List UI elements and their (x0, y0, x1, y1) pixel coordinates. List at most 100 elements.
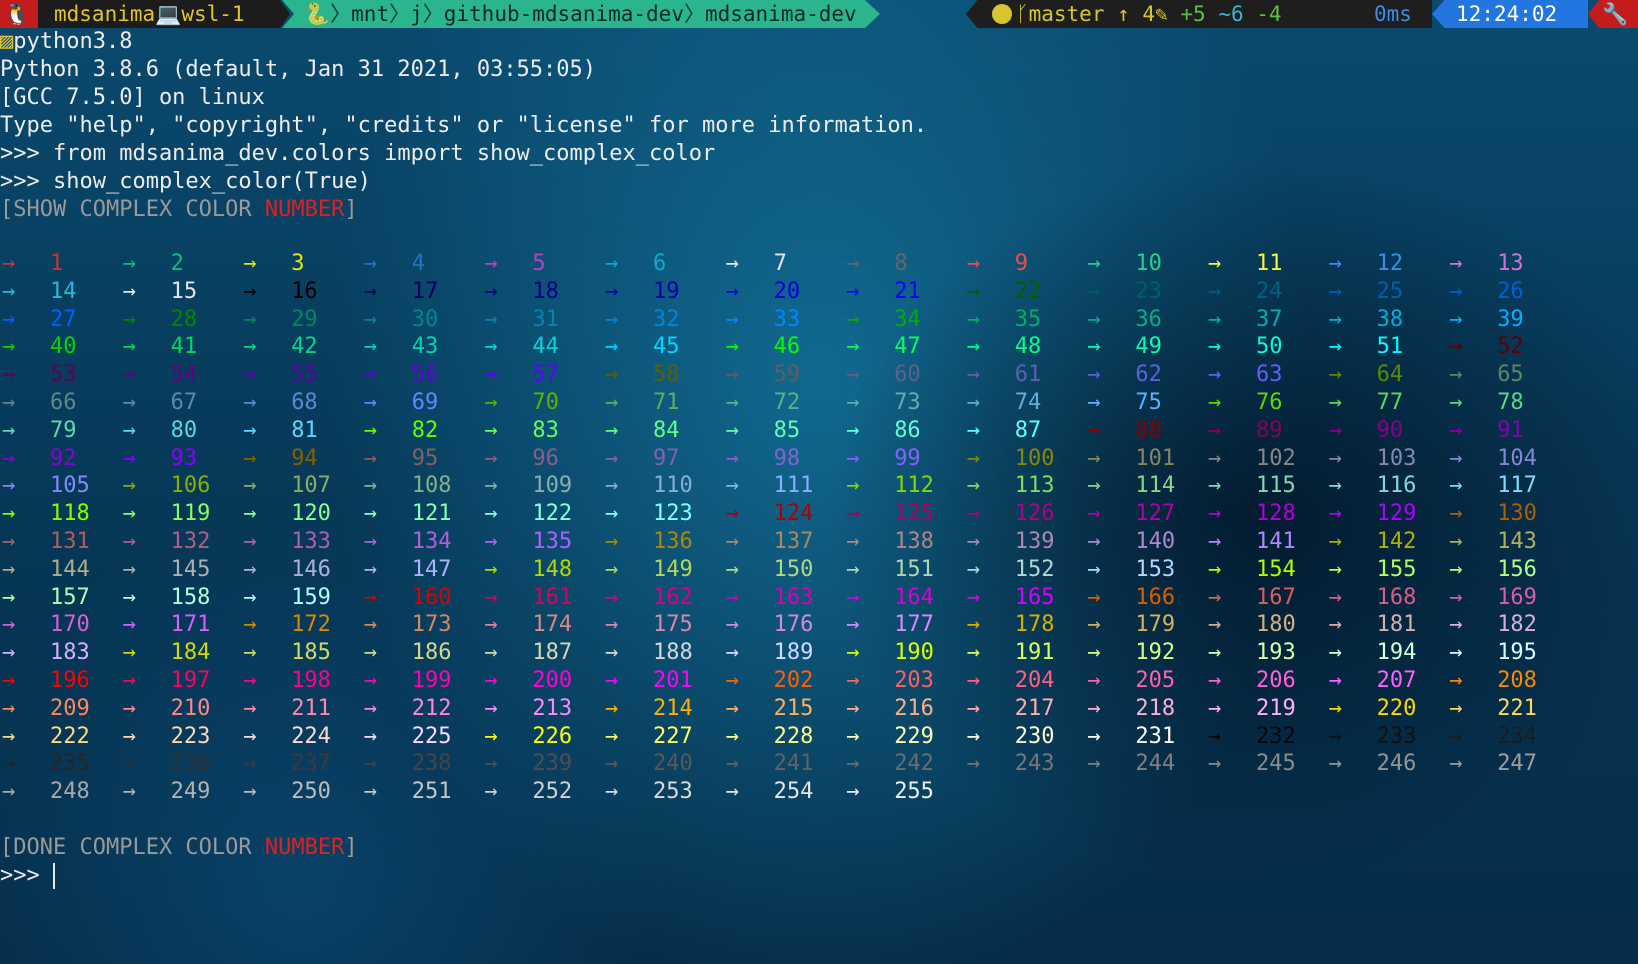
arrow-icon: → (1328, 417, 1342, 443)
path-separator-icon: 〉 (389, 2, 411, 26)
color-cell: → 140 (1087, 528, 1175, 556)
arrow-icon: → (122, 584, 136, 610)
arrow-icon: → (966, 723, 981, 749)
arrow-icon: → (1449, 334, 1463, 360)
color-cell: → 112 (846, 472, 934, 500)
arrow-icon: → (243, 390, 257, 415)
arrow-icon: → (363, 251, 378, 276)
color-cell: → 180 (1208, 611, 1296, 639)
arrow-icon: → (1449, 751, 1463, 777)
git-added: +5 (1180, 2, 1206, 26)
color-number: 129 (1376, 501, 1417, 527)
arrow-icon: → (363, 473, 378, 499)
color-number: 165 (1014, 584, 1055, 610)
arrow-icon: → (846, 529, 860, 554)
os-segment: 🐧 (0, 0, 38, 28)
arrow-icon: → (605, 556, 619, 582)
color-number: 189 (773, 640, 814, 666)
color-number: 35 (1014, 306, 1042, 332)
arrow-icon: → (966, 251, 981, 276)
color-number: 171 (170, 612, 211, 638)
arrow-icon: → (1328, 612, 1342, 638)
color-number: 124 (773, 501, 814, 527)
color-cell: → 213 (484, 695, 572, 723)
color-number: 193 (1256, 640, 1296, 666)
color-number: 141 (1256, 529, 1296, 554)
color-cell: → 239 (484, 750, 572, 778)
color-number: 249 (170, 779, 211, 805)
color-cell: → 60 (846, 361, 921, 389)
arrow-icon: → (1208, 556, 1222, 582)
arrow-icon: → (725, 723, 739, 749)
color-cell: → 173 (364, 611, 452, 639)
color-cell: → 126 (967, 500, 1055, 528)
color-cell: → 95 (364, 445, 439, 473)
color-cell: → 32 (605, 306, 680, 334)
arrow-icon: → (363, 417, 378, 443)
text-cursor[interactable] (53, 863, 55, 889)
color-number: 169 (1497, 584, 1537, 610)
color-number: 115 (1256, 473, 1296, 499)
color-cell: → 236 (123, 750, 211, 778)
color-cell: → 237 (243, 750, 331, 778)
color-number: 77 (1376, 390, 1404, 415)
arrow-icon: → (1328, 362, 1342, 388)
arrow-icon: → (966, 473, 981, 499)
arrow-icon: → (605, 584, 619, 610)
color-cell: → 209 (2, 695, 90, 723)
repl-prompt-line[interactable]: >>> (0, 862, 55, 890)
color-number: 218 (1135, 695, 1176, 721)
color-cell: → 42 (243, 333, 318, 361)
color-cell: → 130 (1449, 500, 1537, 528)
color-number: 151 (894, 556, 934, 582)
color-cell: → 23 (1087, 278, 1162, 306)
color-number: 76 (1256, 390, 1283, 415)
arrow-icon: → (1208, 445, 1222, 471)
arrow-icon: → (1087, 584, 1101, 610)
arrow-icon: → (243, 723, 257, 749)
color-cell: → 217 (967, 695, 1055, 723)
github-icon (992, 4, 1012, 24)
arrow-icon: → (243, 612, 257, 638)
color-number: 3 (291, 251, 305, 276)
color-number: 113 (1014, 473, 1055, 499)
color-number: 17 (411, 278, 439, 304)
path-part: github-mdsanima-dev (443, 2, 684, 26)
arrow-icon: → (2, 251, 16, 276)
arrow-icon: → (725, 612, 739, 638)
color-number: 203 (894, 668, 934, 693)
git-modified: ~6 (1218, 2, 1244, 26)
arrow-icon: → (243, 779, 257, 805)
color-cell: → 247 (1449, 750, 1537, 778)
color-number: 31 (532, 306, 559, 332)
color-number: 143 (1497, 529, 1537, 554)
arrow-icon: → (605, 529, 619, 554)
color-cell: → 46 (726, 333, 801, 361)
color-number: 217 (1014, 695, 1055, 721)
arrow-icon: → (1208, 501, 1222, 527)
color-cell: → 190 (846, 639, 934, 667)
color-cell: → 35 (967, 306, 1042, 334)
color-number: 25 (1376, 278, 1404, 304)
arrow-icon: → (1449, 278, 1463, 304)
arrow-icon: → (1449, 501, 1463, 527)
arrow-icon: → (725, 529, 739, 554)
color-cell: → 87 (967, 417, 1042, 445)
color-cell: → 114 (1087, 472, 1175, 500)
arrow-icon: → (725, 473, 739, 499)
color-number: 93 (170, 445, 198, 471)
color-cell: → 121 (364, 500, 452, 528)
show-header: [SHOW COMPLEX COLOR NUMBER] (0, 196, 358, 224)
color-number: 226 (532, 723, 573, 749)
color-cell: → 201 (605, 667, 693, 695)
arrow-icon: → (363, 779, 378, 805)
color-number: 51 (1376, 334, 1404, 360)
color-cell: → 61 (967, 361, 1042, 389)
color-cell: → 15 (123, 278, 198, 306)
color-number: 33 (773, 306, 801, 332)
color-cell: → 79 (2, 417, 77, 445)
color-cell: → 1 (2, 250, 63, 278)
color-cell: → 169 (1449, 584, 1537, 612)
color-number: 181 (1376, 612, 1417, 638)
color-number: 12 (1376, 251, 1404, 276)
